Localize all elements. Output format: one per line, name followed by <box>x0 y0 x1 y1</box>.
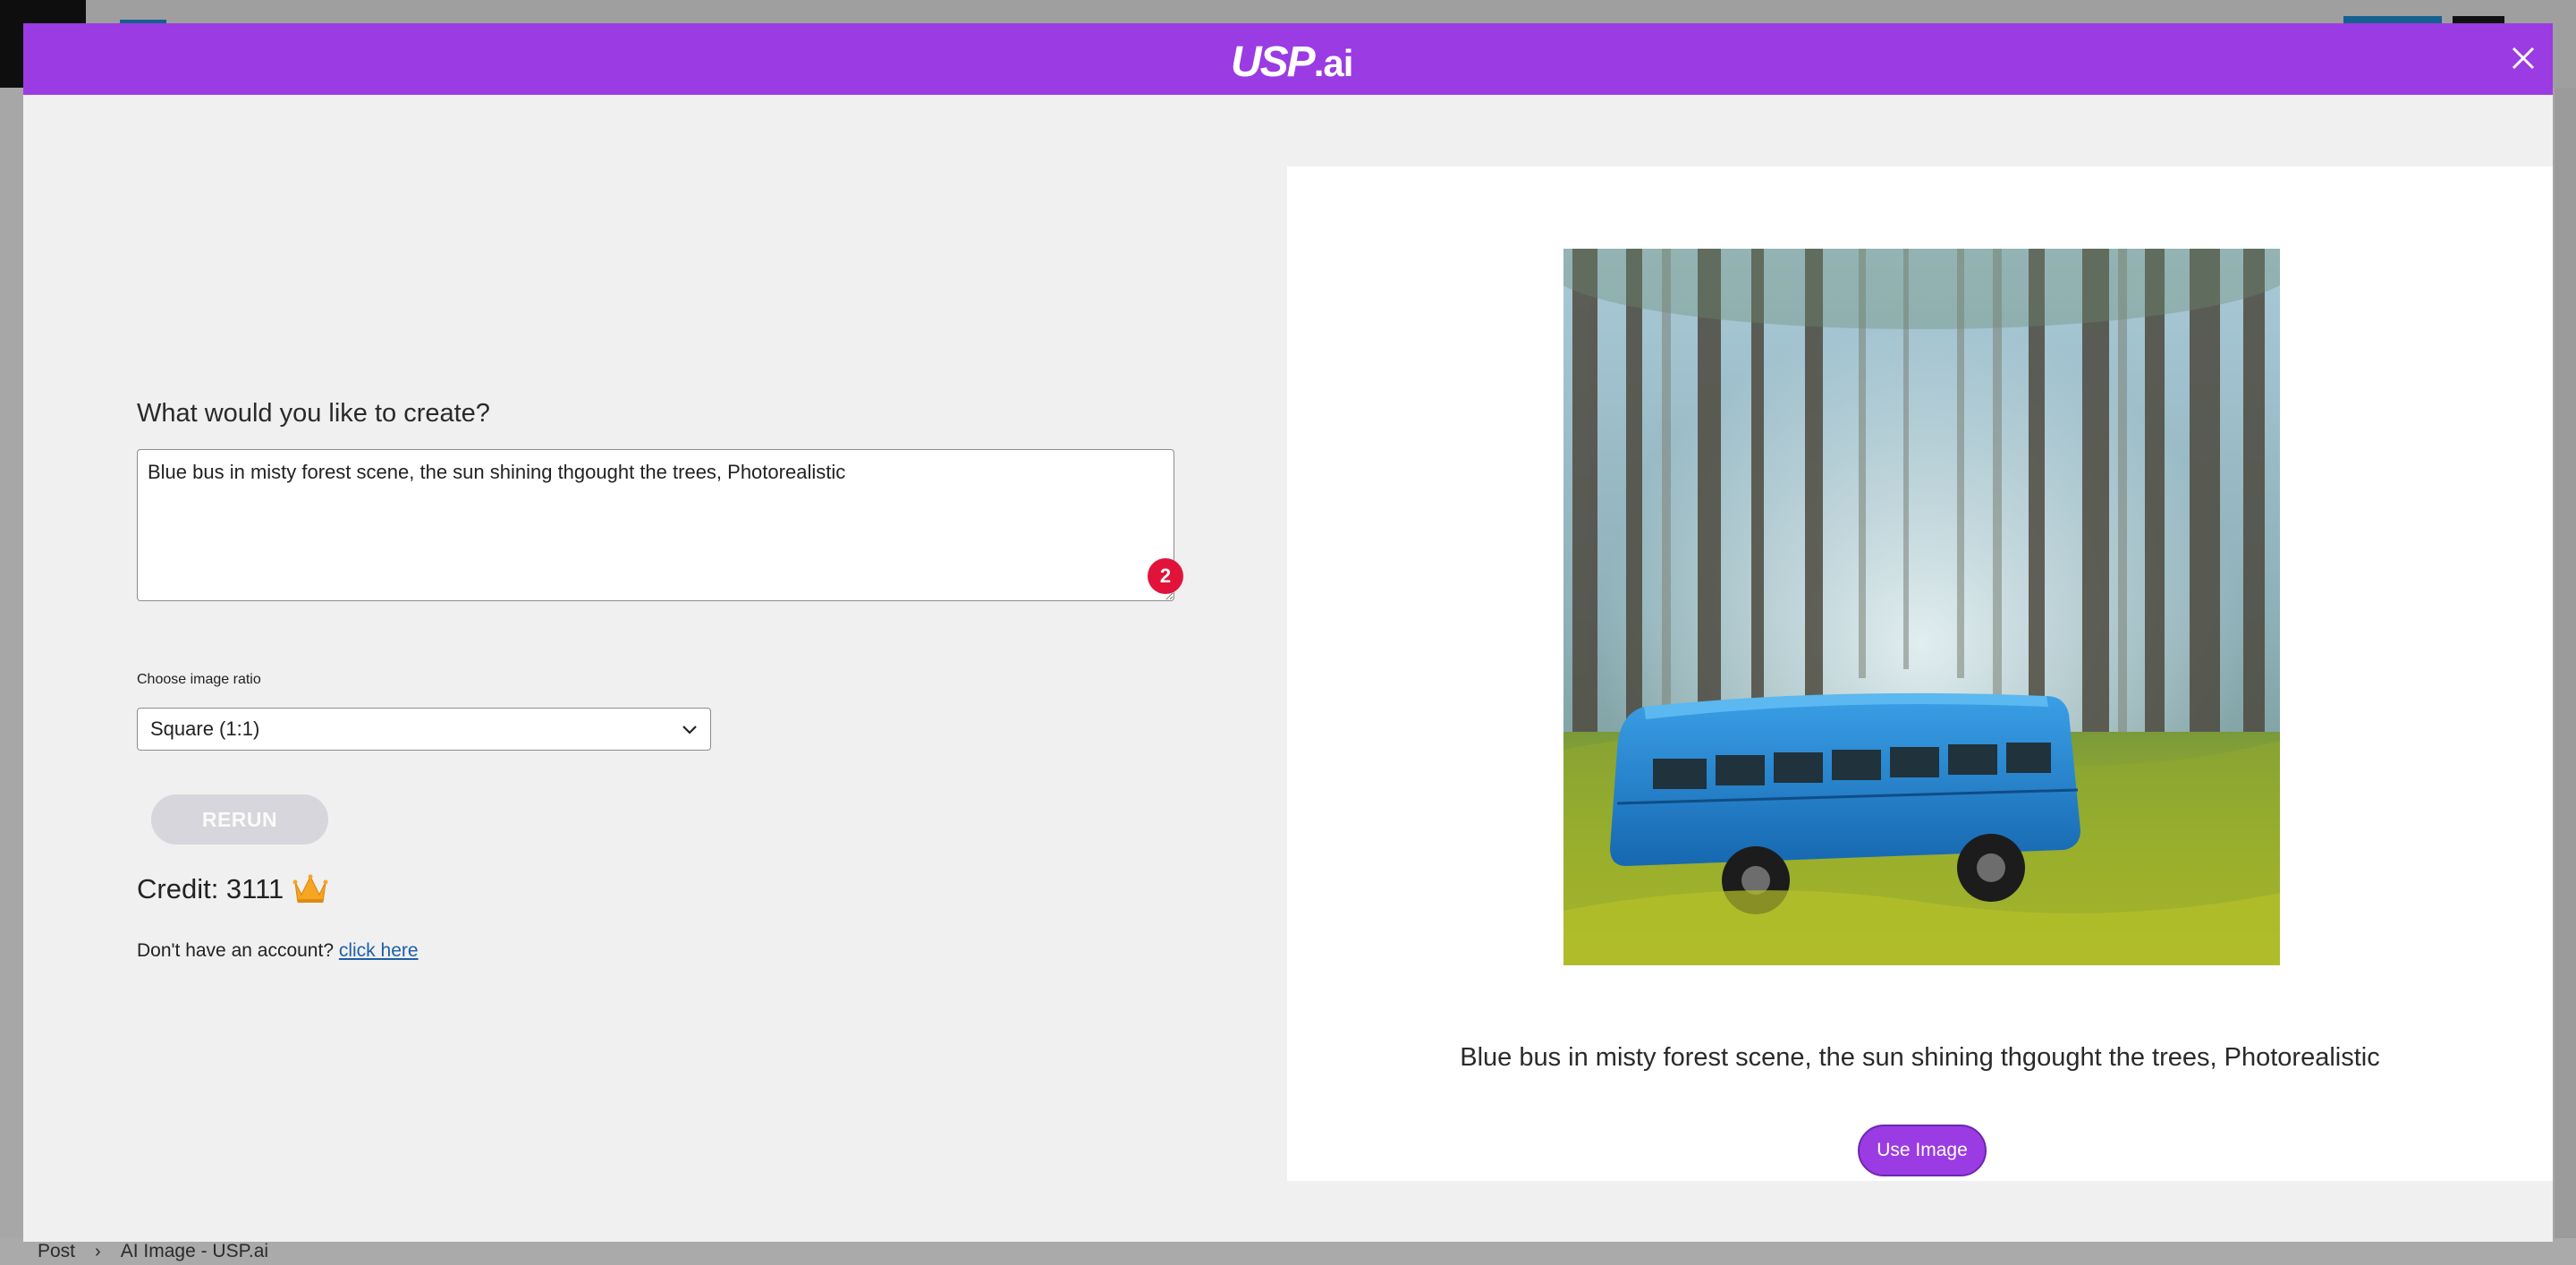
ai-image-modal: USP .ai What would you like to create? B… <box>23 23 2553 1242</box>
crown-icon <box>292 874 328 903</box>
account-prompt: Don't have an account? click here <box>137 940 419 962</box>
result-panel: Blue bus in misty forest scene, the sun … <box>1287 166 2553 1181</box>
breadcrumb-item-block[interactable]: AI Image - USP.ai <box>121 1241 268 1262</box>
account-prompt-text: Don't have an account? <box>137 940 334 961</box>
ratio-select[interactable]: Square (1:1) <box>137 708 711 751</box>
rerun-button[interactable]: RERUN <box>151 794 328 845</box>
usp-ai-logo: USP .ai <box>1231 38 1354 86</box>
use-image-button[interactable]: Use Image <box>1858 1125 1987 1176</box>
image-caption: Blue bus in misty forest scene, the sun … <box>1460 1043 2380 1072</box>
chevron-right-icon: › <box>95 1241 101 1261</box>
ratio-selected-value: Square (1:1) <box>150 717 260 740</box>
modal-header: USP .ai <box>23 23 2553 95</box>
credit-display: Credit: 3111 <box>137 873 328 905</box>
credit-label: Credit: 3111 <box>137 873 284 904</box>
prompt-panel: What would you like to create? Blue bus … <box>137 399 1183 961</box>
logo-brand: USP <box>1231 38 1316 86</box>
close-icon[interactable] <box>2503 38 2544 79</box>
chevron-down-icon <box>682 726 697 734</box>
notification-badge: 2 <box>1148 558 1183 594</box>
signup-link[interactable]: click here <box>339 940 419 961</box>
prompt-input[interactable]: Blue bus in misty forest scene, the sun … <box>137 449 1174 601</box>
ratio-label: Choose image ratio <box>137 672 261 687</box>
breadcrumb-item-post[interactable]: Post <box>38 1241 75 1262</box>
breadcrumb: Post › AI Image - USP.ai <box>0 1238 2576 1265</box>
editor-sidebar <box>2555 88 2576 1251</box>
logo-tld: .ai <box>1313 42 1354 84</box>
generated-image <box>1563 249 2280 965</box>
prompt-heading: What would you like to create? <box>137 399 490 428</box>
